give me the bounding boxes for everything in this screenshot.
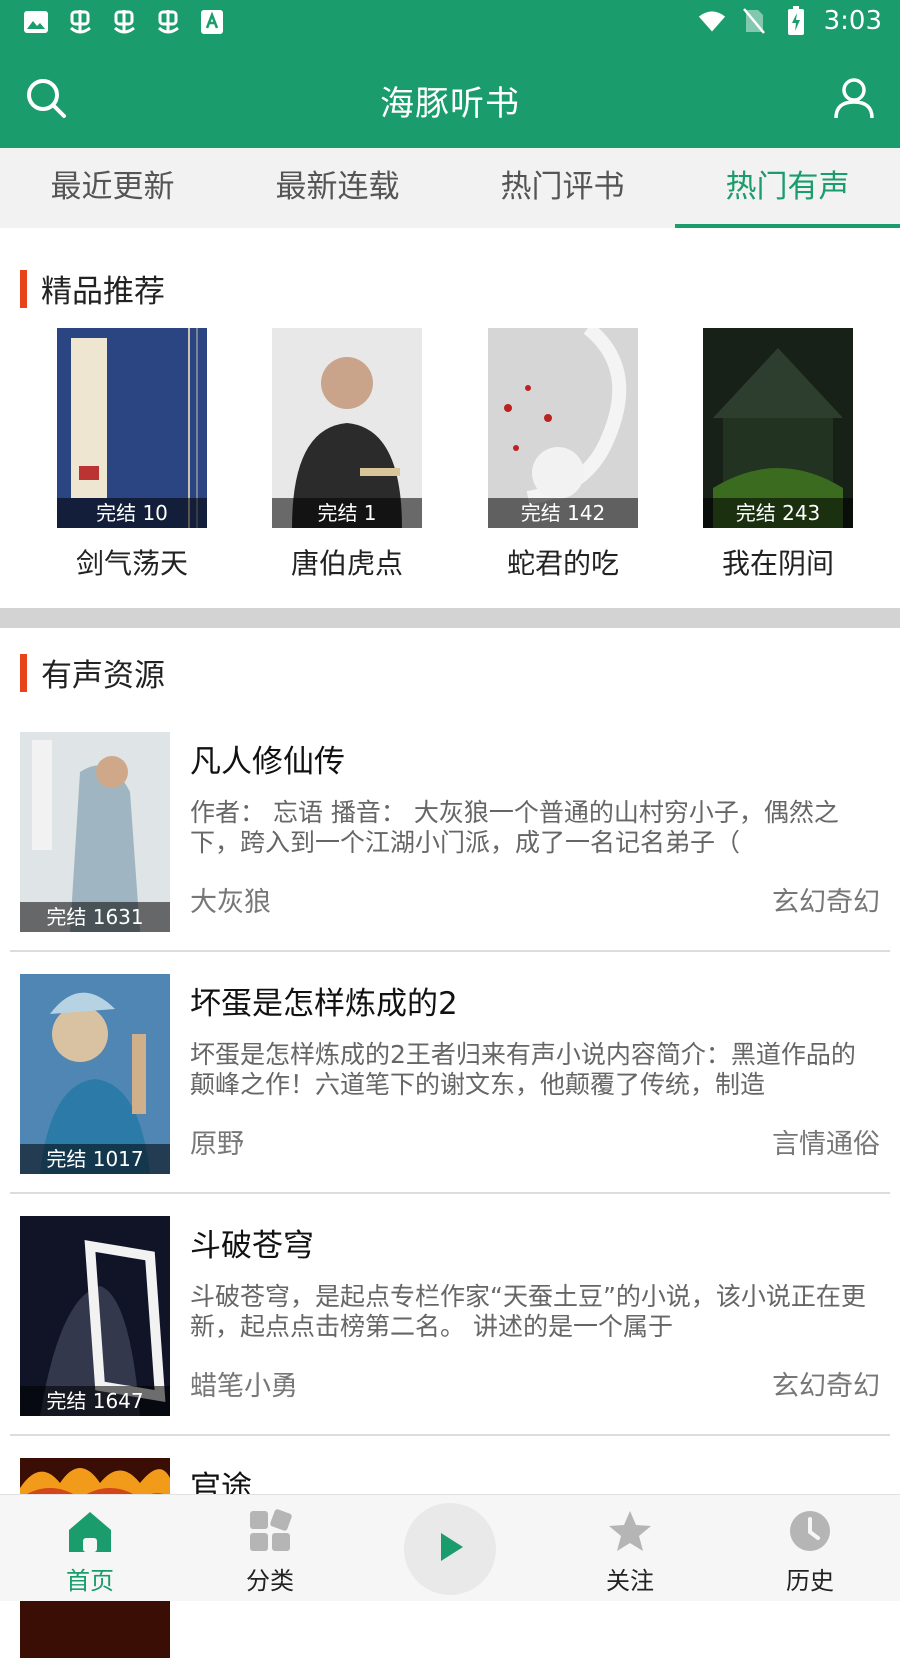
grid-icon [246,1507,294,1555]
list-item[interactable]: 完结 1631 凡人修仙传 作者： 忘语 播音： 大灰狼一个普通的山村穷小子，偶… [10,710,890,952]
clock-icon [786,1507,834,1555]
bug-icon [110,8,138,36]
home-icon [66,1507,114,1555]
status-badge: 完结 10 [57,498,207,528]
featured-title-text: 精品推荐 [41,274,165,310]
featured-item[interactable]: 完结 142 蛇君的吃 [488,328,638,582]
audio-section-title: 有声资源 [20,650,165,695]
tab-hot-audio[interactable]: 热门有声 [675,148,900,228]
book-title: 凡人修仙传 [190,744,345,780]
status-badge: 完结 1631 [20,902,170,932]
nav-history-label: 历史 [786,1567,834,1595]
no-sim-icon [740,7,768,35]
book-description: 作者： 忘语 播音： 大灰狼一个普通的山村穷小子，偶然之下，跨入到一个江湖小门派… [190,798,839,857]
status-badge: 完结 142 [488,498,638,528]
status-bar: 3:03 [0,0,900,50]
nav-history[interactable]: 历史 [750,1507,870,1596]
book-cover: 完结 243 [703,328,853,528]
book-name: 蛇君的吃 [506,547,619,580]
book-cover: 完结 1017 [20,974,170,1174]
section-accent-bar [20,653,27,692]
image-icon [22,8,50,36]
book-name: 我在阴间 [721,547,834,580]
status-badge: 完结 1 [272,498,422,528]
book-cover: 完结 1647 [20,1216,170,1416]
book-name: 剑气荡天 [75,547,188,580]
status-left-icons [22,8,226,36]
nav-category[interactable]: 分类 [210,1507,330,1596]
app-title: 海豚听书 [380,84,520,124]
section-divider [0,608,900,628]
status-right: 3:03 [698,6,882,36]
bug-icon [66,8,94,36]
status-badge: 完结 1017 [20,1144,170,1174]
narrator-name: 大灰狼 [190,887,271,918]
audio-title-text: 有声资源 [41,658,165,694]
category-tabs: 最近更新 最新连载 热门评书 热门有声 [0,148,900,228]
status-badge: 完结 243 [703,498,853,528]
book-name: 唐伯虎点 [290,547,403,580]
play-button[interactable] [404,1503,496,1595]
nav-follow[interactable]: 关注 [570,1507,690,1596]
tab-recent-updates[interactable]: 最近更新 [0,148,225,228]
nav-follow-label: 关注 [606,1567,654,1595]
list-item[interactable]: 完结 1017 坏蛋是怎样炼成的2 坏蛋是怎样炼成的2王者归来有声小说内容简介：… [10,952,890,1194]
book-cover: 完结 142 [488,328,638,528]
play-icon [433,1529,467,1569]
tab-hot-storytelling[interactable]: 热门评书 [450,148,675,228]
bug-icon [154,8,182,36]
narrator-name: 原野 [190,1129,244,1160]
nav-home-label: 首页 [66,1567,114,1595]
status-badge: 完结 1647 [20,1386,170,1416]
book-description: 斗破苍穹，是起点专栏作家“天蚕土豆”的小说，该小说正在更新，起点点击榜第二名。 … [190,1282,866,1341]
narrator-name: 蜡笔小勇 [190,1371,298,1402]
book-title: 坏蛋是怎样炼成的2 [190,986,458,1022]
section-accent-bar [20,269,27,308]
bottom-navigation: 首页 分类 关注 历史 [0,1494,900,1601]
status-time: 3:03 [823,6,882,36]
category-label: 玄幻奇幻 [772,887,880,918]
list-item[interactable]: 完结 1647 斗破苍穹 斗破苍穹，是起点专栏作家“天蚕土豆”的小说，该小说正在… [10,1194,890,1436]
category-label: 言情通俗 [772,1129,880,1160]
nav-home[interactable]: 首页 [30,1507,150,1596]
featured-section-title: 精品推荐 [20,266,165,311]
category-label: 玄幻奇幻 [772,1371,880,1402]
featured-item[interactable]: 完结 10 剑气荡天 [57,328,207,582]
tab-latest-serial[interactable]: 最新连载 [225,148,450,228]
book-cover: 完结 1631 [20,732,170,932]
app-bar: 海豚听书 [0,50,900,148]
wifi-icon [698,7,726,35]
battery-icon [782,6,810,35]
book-title: 斗破苍穹 [190,1228,314,1264]
featured-grid: 完结 10 剑气荡天 完结 1 唐伯虎点 完结 142 蛇君的吃 完结 243 … [0,328,900,588]
book-description: 坏蛋是怎样炼成的2王者归来有声小说内容简介：黑道作品的颠峰之作！六道笔下的谢文东… [190,1040,856,1099]
star-icon [606,1507,654,1555]
featured-item[interactable]: 完结 243 我在阴间 [703,328,853,582]
user-icon[interactable] [832,76,876,120]
book-cover: 完结 1 [272,328,422,528]
book-cover: 完结 10 [57,328,207,528]
nav-category-label: 分类 [246,1567,294,1595]
featured-item[interactable]: 完结 1 唐伯虎点 [272,328,422,582]
font-icon [198,8,226,36]
